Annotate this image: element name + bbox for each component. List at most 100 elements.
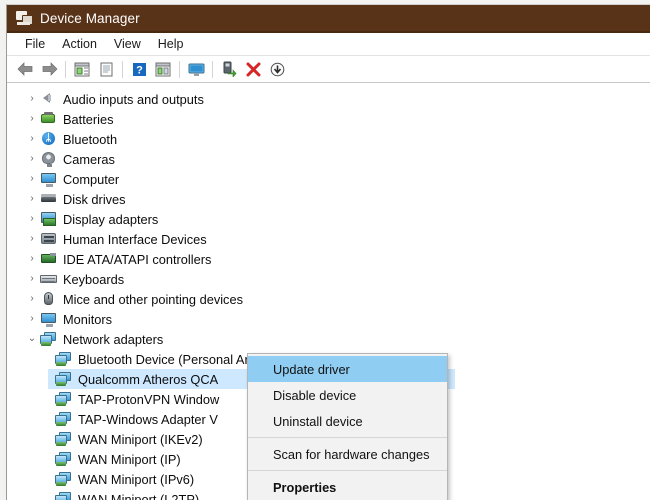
- chevron-right-icon[interactable]: ›: [24, 294, 40, 304]
- network-adapter-icon: [55, 471, 73, 487]
- camera-icon: [40, 151, 58, 167]
- context-menu-item-properties[interactable]: Properties: [248, 474, 447, 500]
- hid-icon: [40, 231, 58, 247]
- context-menu-separator: [248, 470, 447, 471]
- tree-item-label: Qualcomm Atheros QCA: [78, 371, 219, 387]
- menu-action[interactable]: Action: [54, 35, 106, 53]
- network-adapter-icon: [55, 491, 73, 500]
- chevron-down-icon[interactable]: ⌄: [24, 334, 40, 344]
- tree-item[interactable]: › IDE ATA/ATAPI controllers: [8, 249, 649, 269]
- disk-drive-icon: [40, 191, 58, 207]
- context-menu-item-update-driver[interactable]: Update driver: [248, 356, 447, 382]
- menu-bar: File Action View Help: [7, 33, 650, 56]
- menu-file[interactable]: File: [17, 35, 54, 53]
- title-bar[interactable]: Device Manager: [7, 5, 650, 33]
- tree-item-label: TAP-ProtonVPN Window: [78, 391, 220, 407]
- network-adapter-icon: [40, 331, 58, 347]
- tree-item-label: Keyboards: [63, 271, 125, 287]
- tree-item-label: Audio inputs and outputs: [63, 91, 204, 107]
- tree-item-label: Network adapters: [63, 331, 164, 347]
- chevron-right-icon[interactable]: ›: [24, 134, 40, 144]
- context-menu-item-scan-for-hardware-changes[interactable]: Scan for hardware changes: [248, 441, 447, 467]
- scan-for-hardware-changes-icon[interactable]: [184, 58, 208, 80]
- tree-item[interactable]: › Display adapters: [8, 209, 649, 229]
- tree-item-label: Monitors: [63, 311, 113, 327]
- chevron-right-icon[interactable]: ›: [24, 254, 40, 264]
- tree-item-label: Batteries: [63, 111, 114, 127]
- tree-item[interactable]: › Human Interface Devices: [8, 229, 649, 249]
- context-menu-separator: [248, 437, 447, 438]
- chevron-right-icon[interactable]: ›: [24, 114, 40, 124]
- network-adapter-icon: [55, 351, 73, 367]
- help-icon[interactable]: ?: [127, 58, 151, 80]
- tree-item[interactable]: › Computer: [8, 169, 649, 189]
- context-menu-item-disable-device[interactable]: Disable device: [248, 382, 447, 408]
- tree-item-label: Mice and other pointing devices: [63, 291, 243, 307]
- tree-item[interactable]: › Batteries: [8, 109, 649, 129]
- network-adapter-icon: [55, 451, 73, 467]
- device-manager-screen: Device Manager File Action View Help ? ›…: [0, 0, 650, 500]
- tree-item-label: Disk drives: [63, 191, 126, 207]
- toolbar-separator: [179, 60, 180, 78]
- chevron-right-icon[interactable]: ›: [24, 174, 40, 184]
- chevron-right-icon[interactable]: ›: [24, 194, 40, 204]
- uninstall-device-icon[interactable]: [241, 58, 265, 80]
- tree-item-label: Bluetooth: [63, 131, 118, 147]
- tree-item[interactable]: › Disk drives: [8, 189, 649, 209]
- chevron-right-icon[interactable]: ›: [24, 314, 40, 324]
- chevron-right-icon[interactable]: ›: [24, 214, 40, 224]
- tree-item-label: Computer: [63, 171, 120, 187]
- keyboard-icon: [40, 271, 58, 287]
- network-adapter-icon: [55, 431, 73, 447]
- bluetooth-icon: ᛦ: [40, 131, 58, 147]
- chevron-right-icon[interactable]: ›: [24, 154, 40, 164]
- forward-icon[interactable]: [37, 58, 61, 80]
- menu-help[interactable]: Help: [150, 35, 193, 53]
- tree-item-label: Display adapters: [63, 211, 159, 227]
- tree-item-label: WAN Miniport (L2TP): [78, 491, 200, 500]
- tree-item[interactable]: › Keyboards: [8, 269, 649, 289]
- window-title: Device Manager: [40, 10, 140, 26]
- tree-item[interactable]: › ᛦ Bluetooth: [8, 129, 649, 149]
- tree-item[interactable]: › Monitors: [8, 309, 649, 329]
- chevron-right-icon[interactable]: ›: [24, 274, 40, 284]
- back-icon[interactable]: [13, 58, 37, 80]
- speaker-icon: [40, 91, 58, 107]
- battery-icon: [40, 111, 58, 127]
- toolbar-separator: [212, 60, 213, 78]
- mouse-icon: [40, 291, 58, 307]
- network-adapter-icon: [55, 391, 73, 407]
- tree-item-label: TAP-Windows Adapter V: [78, 411, 218, 427]
- show-hide-console-tree-icon[interactable]: [70, 58, 94, 80]
- monitor-icon: [40, 311, 58, 327]
- update-driver-icon[interactable]: [217, 58, 241, 80]
- properties-icon[interactable]: [94, 58, 118, 80]
- network-adapter-icon: [55, 371, 73, 387]
- chevron-right-icon[interactable]: ›: [24, 94, 40, 104]
- tree-item[interactable]: › Cameras: [8, 149, 649, 169]
- tree-item-label: WAN Miniport (IKEv2): [78, 431, 203, 447]
- svg-text:?: ?: [136, 64, 143, 76]
- tree-item-label: WAN Miniport (IPv6): [78, 471, 195, 487]
- tree-item-label: Cameras: [63, 151, 115, 167]
- network-adapter-icon: [55, 411, 73, 427]
- tree-item[interactable]: ⌄ Network adapters: [8, 329, 649, 349]
- tree-item[interactable]: › Mice and other pointing devices: [8, 289, 649, 309]
- toolbar: ?: [7, 56, 650, 83]
- context-menu[interactable]: Update driver Disable device Uninstall d…: [247, 353, 448, 500]
- device-manager-window: Device Manager File Action View Help ? ›…: [6, 4, 650, 500]
- view-icon[interactable]: [151, 58, 175, 80]
- device-manager-icon: [16, 10, 33, 26]
- context-menu-item-uninstall-device[interactable]: Uninstall device: [248, 408, 447, 434]
- disable-device-icon[interactable]: [265, 58, 289, 80]
- tree-item-label: Human Interface Devices: [63, 231, 207, 247]
- tree-item[interactable]: › Audio inputs and outputs: [8, 89, 649, 109]
- tree-item-label: WAN Miniport (IP): [78, 451, 181, 467]
- display-adapter-icon: [40, 211, 58, 227]
- ide-controller-icon: [40, 251, 58, 267]
- toolbar-separator: [122, 60, 123, 78]
- toolbar-separator: [65, 60, 66, 78]
- chevron-right-icon[interactable]: ›: [24, 234, 40, 244]
- tree-item-label: IDE ATA/ATAPI controllers: [63, 251, 212, 267]
- menu-view[interactable]: View: [106, 35, 150, 53]
